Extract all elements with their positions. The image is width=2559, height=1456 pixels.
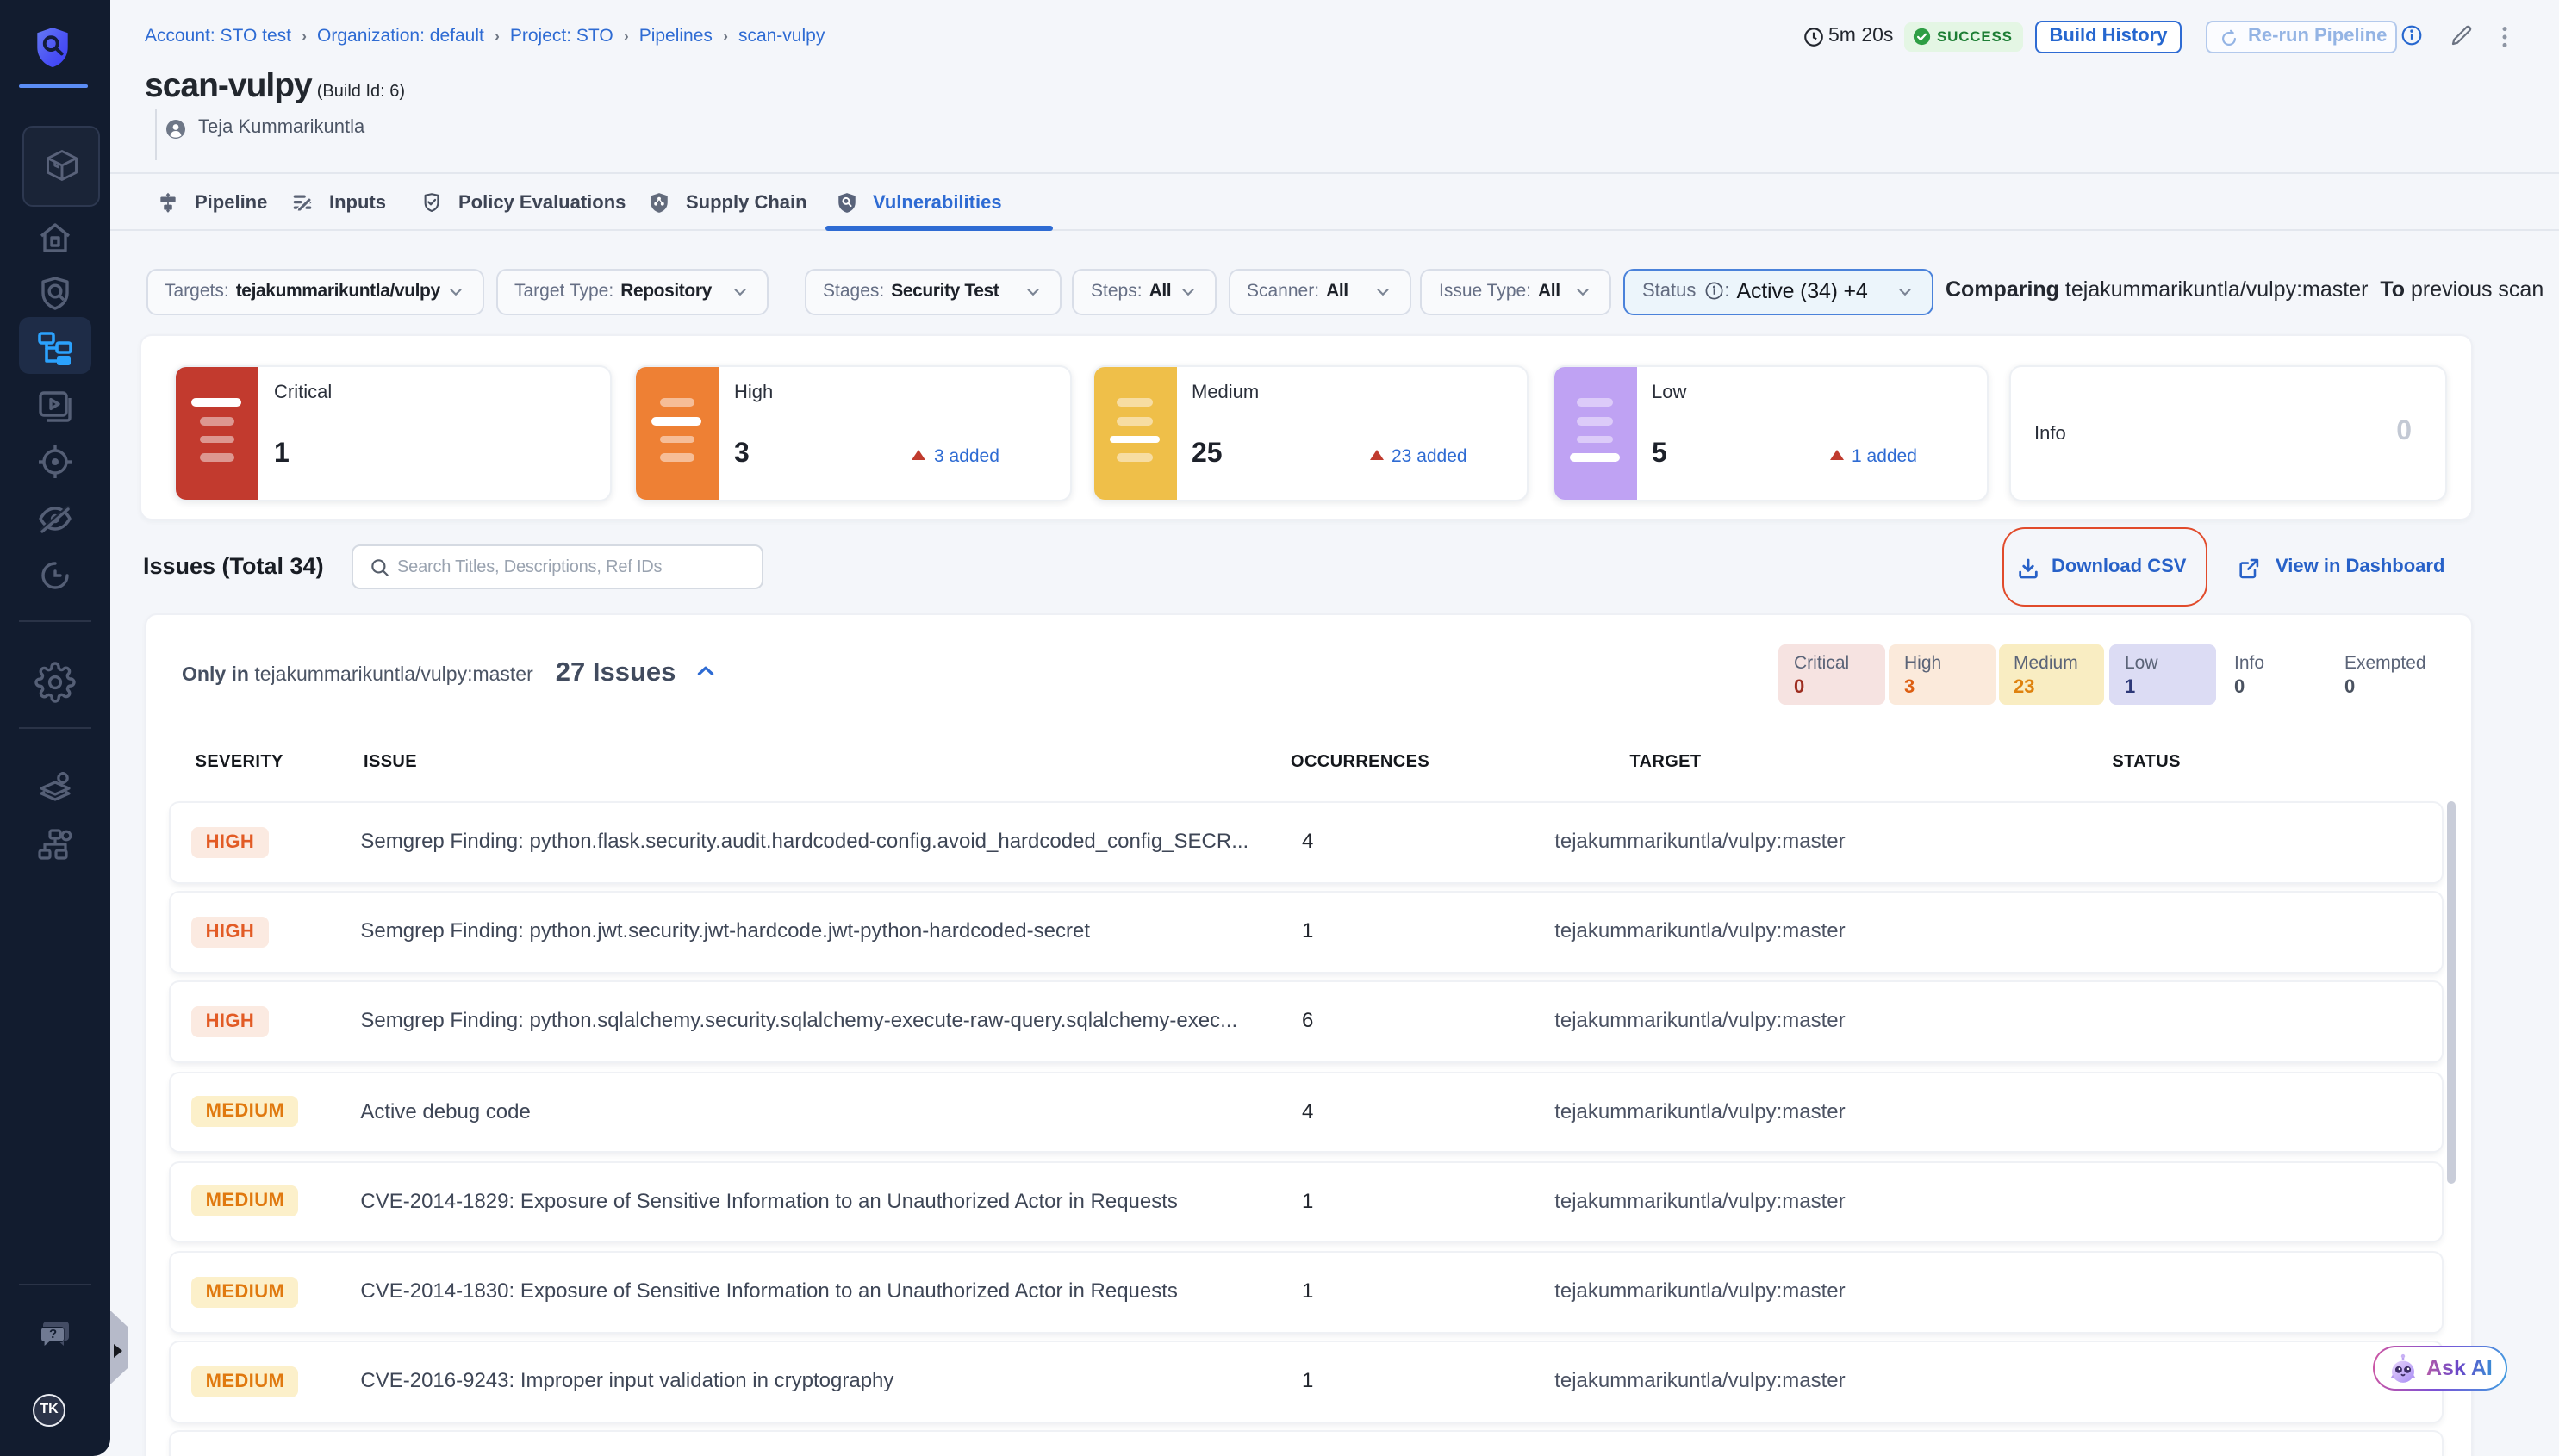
svg-text:?: ?: [49, 1327, 57, 1341]
